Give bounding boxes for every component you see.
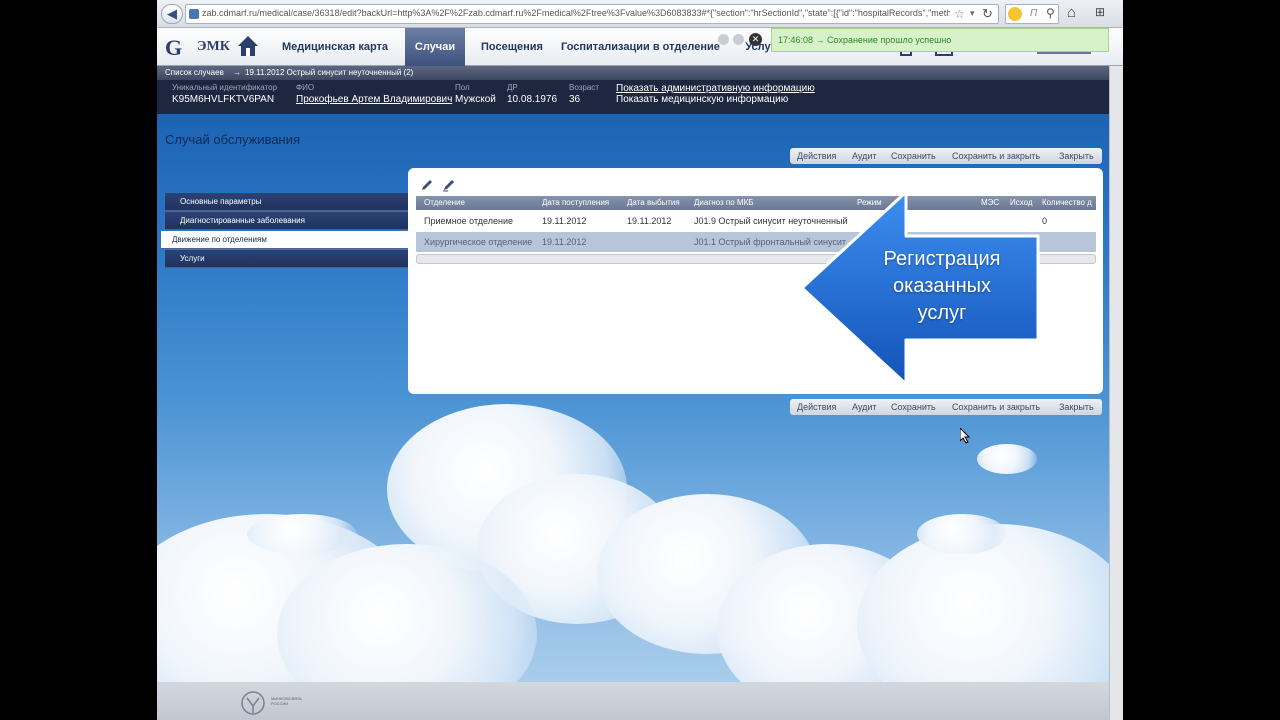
- column-header[interactable]: Дата поступления: [542, 196, 609, 210]
- sidenav-item-department-moves[interactable]: Движение по отделениям: [161, 231, 409, 249]
- search-engine-icon[interactable]: [1008, 7, 1022, 21]
- cloud-decoration: [247, 514, 357, 554]
- edit-icon[interactable]: [420, 178, 434, 192]
- back-icon[interactable]: ◀: [161, 4, 183, 24]
- cell-discharge-date: 19.11.2012: [627, 216, 672, 226]
- column-header[interactable]: Диагноз по МКБ: [694, 196, 754, 210]
- edit-multiple-icon[interactable]: [442, 178, 456, 192]
- address-bar[interactable]: zab.cdmarf.ru/medical/case/36318/edit?ba…: [185, 4, 999, 24]
- breadcrumb-separator: →: [233, 68, 241, 77]
- favicon-icon: [189, 9, 199, 19]
- breadcrumb-current: 19.11.2012 Острый синусит неуточненный (…: [245, 68, 414, 77]
- emblem-icon: [241, 691, 265, 715]
- close-button[interactable]: Закрыть: [1059, 402, 1094, 412]
- column-header[interactable]: Отделение: [424, 196, 465, 210]
- address-text: zab.cdmarf.ru/medical/case/36318/edit?ba…: [202, 8, 950, 18]
- logo-icon: G: [165, 35, 183, 60]
- column-header[interactable]: Дата выбытия: [627, 196, 680, 210]
- save-button[interactable]: Сохранить: [891, 402, 936, 412]
- dob-value: 10.08.1976: [507, 94, 558, 105]
- audit-button[interactable]: Аудит: [852, 402, 877, 412]
- page-title: Случай обслуживания: [165, 132, 301, 147]
- save-and-close-button[interactable]: Сохранить и закрыть: [952, 151, 1040, 161]
- uid-label: Уникальный идентификатор: [172, 83, 278, 92]
- star-icon[interactable]: ☆: [954, 7, 965, 21]
- browser-window: ◀ zab.cdmarf.ru/medical/case/36318/edit?…: [157, 0, 1123, 720]
- breadcrumb-root-link[interactable]: Список случаев: [165, 66, 224, 80]
- callout-line-1: Регистрация: [883, 248, 1001, 270]
- chevron-down-icon[interactable]: ▾: [970, 8, 975, 19]
- cell-department: Хирургическое отделение: [424, 237, 533, 247]
- content-area: Случай обслуживания Действия Аудит Сохра…: [157, 114, 1109, 682]
- tab-cases[interactable]: Случаи: [405, 28, 465, 66]
- close-button[interactable]: Закрыть: [1059, 151, 1094, 161]
- cell-quantity: 0: [1042, 216, 1048, 226]
- tab-hospitalizations[interactable]: Госпитализации в отделение: [561, 28, 720, 66]
- browser-toolbar: ◀ zab.cdmarf.ru/medical/case/36318/edit?…: [157, 0, 1123, 28]
- column-header[interactable]: Количество д: [1042, 196, 1096, 210]
- sidenav-item-diagnoses[interactable]: Диагностированные заболевания: [165, 212, 408, 230]
- actions-button[interactable]: Действия: [797, 402, 836, 412]
- callout-line-2: оказанных: [893, 275, 991, 297]
- cloud-decoration: [917, 514, 1007, 554]
- tab-services[interactable]: Услу: [743, 28, 773, 66]
- cloud-decoration: [977, 444, 1037, 474]
- tab-visits[interactable]: Посещения: [475, 28, 549, 66]
- breadcrumb: Список случаев → 19.11.2012 Острый синус…: [157, 66, 1109, 80]
- cell-department: Приемное отделение: [424, 216, 514, 226]
- cell-admit-date: 19.11.2012: [542, 216, 587, 226]
- footer: Минкомсвязь России: [157, 682, 1109, 720]
- show-medical-info-link[interactable]: Показать медицинскую информацию: [616, 94, 815, 105]
- action-bar-bottom: Действия Аудит Сохранить Сохранить и зак…: [790, 399, 1102, 415]
- cell-admit-date: 19.11.2012: [542, 237, 587, 247]
- patient-name-link[interactable]: Прокофьев Артем Владимирович: [296, 94, 452, 105]
- callout-text: Регистрация оказанных услуг: [857, 246, 1027, 327]
- callout-line-3: услуг: [917, 302, 967, 324]
- save-toast: 17:46:08 → Сохранение прошло успешно: [771, 28, 1109, 52]
- age-value: 36: [569, 94, 581, 105]
- cursor-icon: [960, 428, 970, 444]
- search-input[interactable]: П ⚲: [1005, 4, 1059, 24]
- sidenav-item-main-params[interactable]: Основные параметры: [165, 193, 408, 211]
- patient-info-bar: Уникальный идентификатор K95M6HVLFKTV6PA…: [157, 80, 1109, 114]
- show-admin-info-link[interactable]: Показать административную информацию: [616, 83, 815, 94]
- save-and-close-button[interactable]: Сохранить и закрыть: [952, 402, 1040, 412]
- sex-value: Мужской: [455, 94, 496, 105]
- sidenav-item-services[interactable]: Услуги: [165, 250, 408, 268]
- save-button[interactable]: Сохранить: [891, 151, 936, 161]
- house-icon[interactable]: [237, 34, 259, 58]
- audit-button[interactable]: Аудит: [852, 151, 877, 161]
- addon-icon[interactable]: ⊞: [1095, 5, 1105, 19]
- action-bar-top: Действия Аудит Сохранить Сохранить и зак…: [790, 148, 1102, 164]
- reload-icon[interactable]: ↻: [982, 6, 993, 22]
- app-name: ЭМК: [197, 39, 230, 54]
- home-icon[interactable]: ⌂: [1067, 4, 1076, 21]
- search-placeholder: П: [1030, 8, 1038, 19]
- minimize-icon[interactable]: [718, 34, 729, 45]
- search-icon[interactable]: ⚲: [1046, 6, 1055, 20]
- page-scrollbar[interactable]: [1109, 66, 1123, 720]
- footer-org-text: Минкомсвязь России: [271, 696, 303, 706]
- actions-button[interactable]: Действия: [797, 151, 836, 161]
- dob-label: ДР: [507, 83, 518, 92]
- uid-value: K95M6HVLFKTV6PAN: [172, 94, 275, 105]
- tab-medical-card[interactable]: Медицинская карта: [271, 28, 399, 66]
- fio-label: ФИО: [296, 83, 315, 92]
- sex-label: Пол: [455, 83, 470, 92]
- age-label: Возраст: [569, 83, 599, 92]
